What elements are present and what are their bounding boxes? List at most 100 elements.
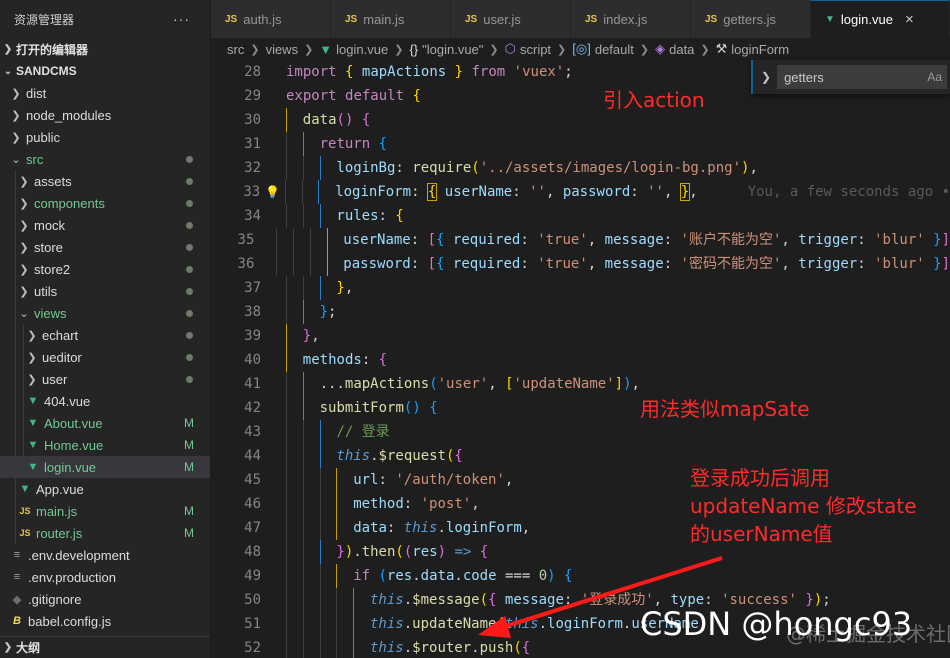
match-case-toggle[interactable]: Aa (927, 70, 942, 84)
editor-gutter (261, 204, 286, 228)
breadcrumb-item[interactable]: default (595, 42, 634, 57)
tab-getters-js[interactable]: JS getters.js (691, 0, 811, 38)
tree-item[interactable]: ▼ Home.vue M (0, 434, 210, 456)
close-icon[interactable]: × (905, 11, 914, 28)
editor-gutter (261, 132, 286, 156)
tree-item[interactable]: ❯ components (0, 192, 210, 214)
code-token: . (412, 568, 421, 584)
code-line: 47 data: this.loginForm, (211, 516, 950, 540)
tree-item[interactable]: ❯ node_modules (0, 104, 210, 126)
tree-item[interactable]: ❯ assets (0, 170, 210, 192)
tab-main-js[interactable]: JS main.js (331, 0, 451, 38)
code-content: }; (286, 300, 336, 324)
tree-item[interactable]: ❯ store2 (0, 258, 210, 280)
chevron-down-icon: ⌄ (19, 307, 29, 320)
indent-guide (319, 204, 321, 228)
editor-gutter (254, 252, 276, 276)
code-token: this (504, 616, 539, 632)
tab-auth-js[interactable]: JS auth.js (211, 0, 331, 38)
annotation-import-action: 引入action (603, 88, 705, 112)
find-input[interactable]: getters Aa (777, 65, 948, 89)
tab-index-js[interactable]: JS index.js (571, 0, 691, 38)
tree-item[interactable]: ❯ ueditor (0, 346, 210, 368)
tree-item-label: dist (26, 85, 47, 101)
tree-item[interactable]: JS router.js M (0, 522, 210, 544)
indent-guide (319, 420, 321, 444)
more-actions-icon[interactable]: ··· (173, 11, 190, 27)
open-editors-section[interactable]: ❯ 打开的编辑器 (0, 38, 210, 60)
tree-item[interactable]: ⌄ src (0, 148, 210, 170)
code-token: import (286, 64, 337, 80)
indent-guide (309, 228, 311, 252)
code-token: : (403, 496, 421, 512)
breadcrumb: src ❯ views ❯ ▼ login.vue ❯ {} "login.vue" ❯ ⬡ scri… (211, 38, 950, 60)
breadcrumb-item[interactable]: login.vue (336, 42, 388, 57)
tab-user-js[interactable]: JS user.js (451, 0, 571, 38)
tree-item[interactable]: ≡ .env.production (0, 566, 210, 588)
line-number: 31 (244, 136, 261, 152)
tree-item-label: assets (34, 173, 72, 189)
tab-login-vue[interactable]: ▼ login.vue × (811, 0, 950, 38)
chevron-right-icon: ❯ (394, 43, 404, 56)
tree-item[interactable]: ❯ echart (0, 324, 210, 346)
code-token: res (412, 544, 438, 560)
indent-guide (286, 132, 287, 156)
tree-item[interactable]: ❯ mock (0, 214, 210, 236)
indent-guide (286, 396, 287, 420)
tree-item[interactable]: ❯ user (0, 368, 210, 390)
project-section[interactable]: ⌄ SANDCMS (0, 60, 210, 82)
indent-guide (286, 324, 287, 348)
toggle-replace-icon[interactable]: ❯ (761, 70, 771, 84)
tree-item-label: mock (34, 217, 66, 233)
tree-item-label: .env.production (28, 569, 116, 585)
code-token: . (454, 568, 463, 584)
code-token: , (587, 256, 605, 272)
indent-guide (336, 468, 338, 492)
tree-item[interactable]: ❯ store (0, 236, 210, 258)
tree-item-label: ueditor (42, 349, 82, 365)
tree-item[interactable]: ❯ dist (0, 82, 210, 104)
indent-guide (23, 368, 24, 390)
tree-item[interactable]: ❯ public (0, 126, 210, 148)
tree-item[interactable]: ▼ 404.vue (0, 390, 210, 412)
breadcrumb-item[interactable]: "login.vue" (422, 42, 483, 57)
code-token: , (311, 328, 320, 344)
code-content: password: [{ required: 'true', message: … (276, 252, 950, 276)
breadcrumb-item[interactable]: src (227, 42, 244, 57)
breadcrumb-item[interactable]: views (266, 42, 299, 57)
annotation-line3: 的userName值 (690, 522, 833, 546)
tree-item[interactable]: ❯ utils (0, 280, 210, 302)
breadcrumb-item[interactable]: data (669, 42, 694, 57)
indent-guide (276, 252, 278, 276)
tree-item[interactable]: ▼ About.vue M (0, 412, 210, 434)
indent-guide (353, 588, 355, 612)
code-token: $router (412, 640, 472, 656)
indent-guide (319, 540, 321, 564)
code-content: userName: [{ required: 'true', message: … (276, 228, 950, 252)
outline-section[interactable]: ❯ 大纲 (0, 636, 210, 658)
tree-item[interactable]: ▼ login.vue M (0, 456, 210, 478)
code-token: from (471, 64, 506, 80)
code-token: . (403, 616, 413, 632)
tree-item[interactable]: ▼ App.vue (0, 478, 210, 500)
lightbulb-icon[interactable]: 💡 (265, 180, 280, 204)
code-token: : (361, 352, 379, 368)
code-editor[interactable]: 28 import { mapActions } from 'vuex'; 29 ex… (211, 60, 950, 658)
indent-guide (302, 636, 304, 658)
code-line: 42 submitForm() { (211, 396, 950, 420)
tree-item[interactable]: ⌄ views (0, 302, 210, 324)
code-line: 43 // 登录 (211, 420, 950, 444)
tree-item-label: router.js (36, 525, 83, 541)
tree-item[interactable]: ≡ .env.development (0, 544, 210, 566)
tree-item[interactable]: JS main.js M (0, 500, 210, 522)
code-token: [ (427, 256, 437, 272)
tree-item[interactable]: Bbabel.config.js (0, 610, 210, 632)
tree-item[interactable]: ◆ .gitignore (0, 588, 210, 610)
breadcrumb-item[interactable]: loginForm (731, 42, 789, 57)
indent-guide (326, 252, 328, 276)
breadcrumb-item[interactable]: script (520, 42, 551, 57)
